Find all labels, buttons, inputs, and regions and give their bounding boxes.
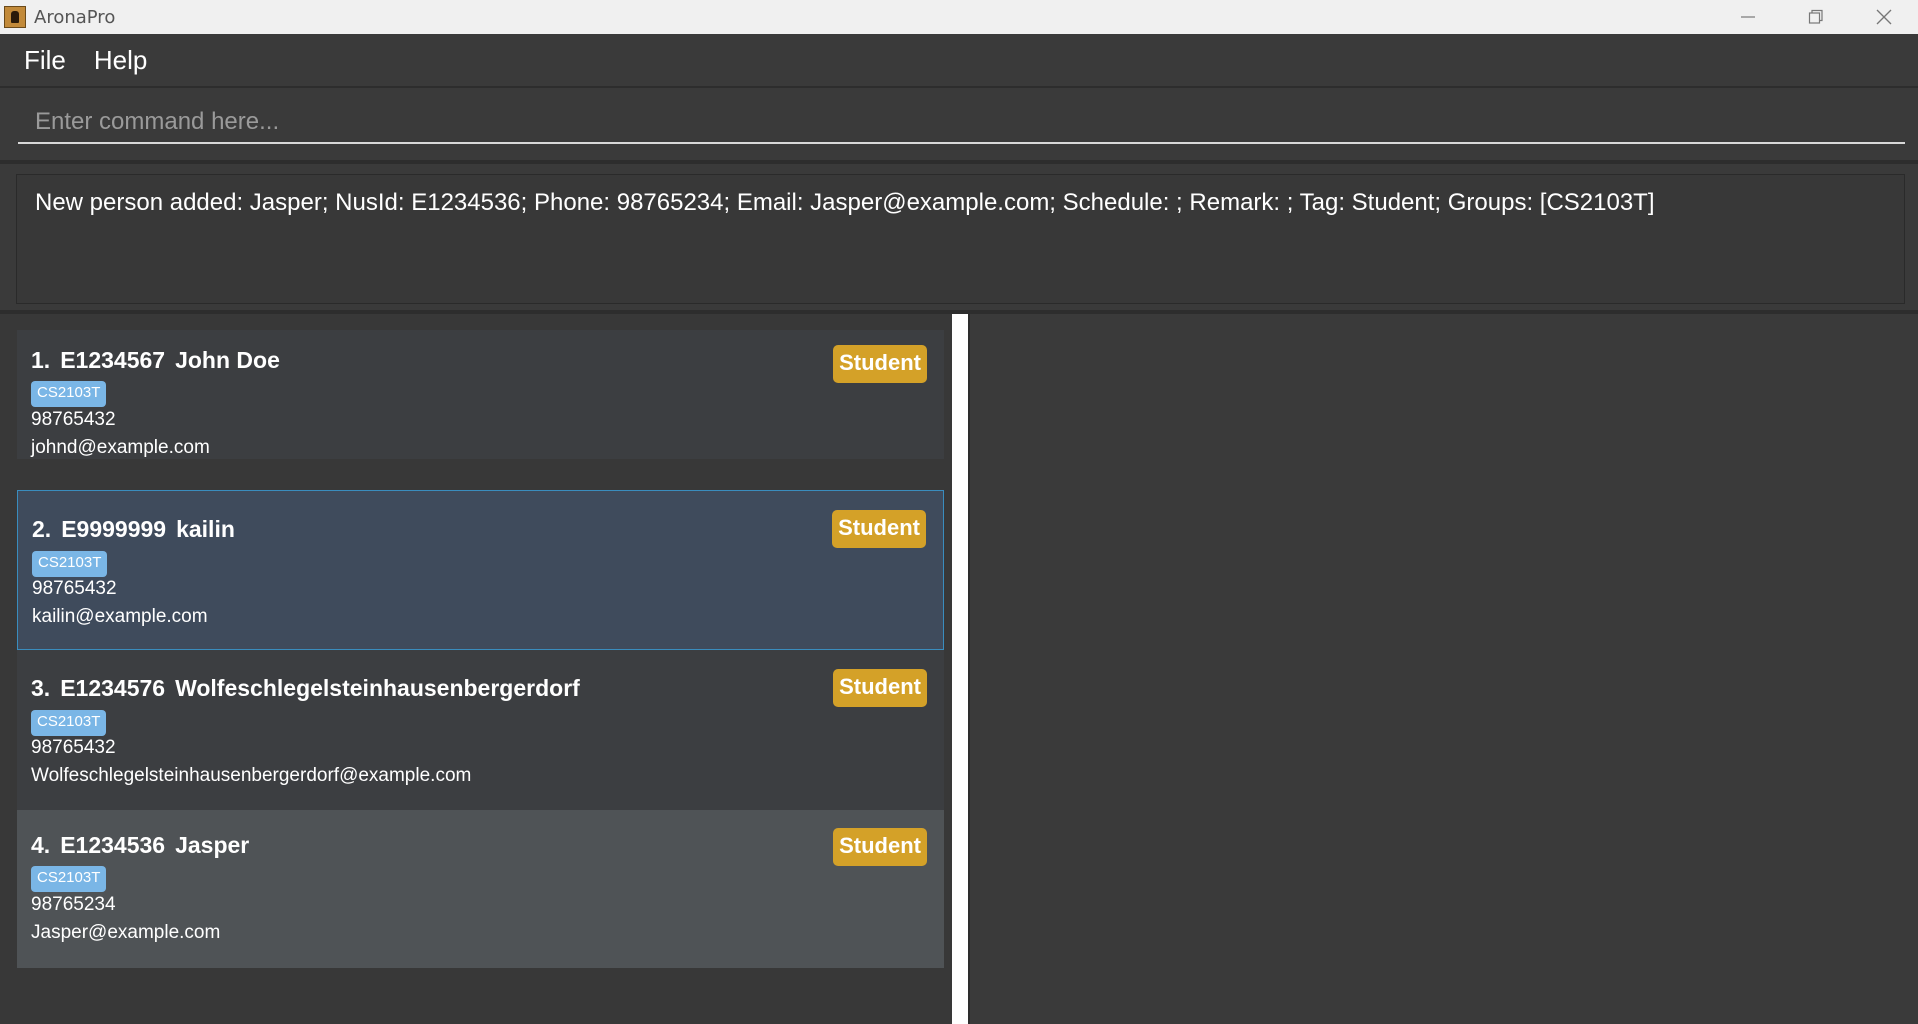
person-phone: 98765234 [31,894,116,915]
person-index: 3. [31,675,51,701]
person-phone: 98765432 [31,409,116,430]
result-display-area: New person added: Jasper; NusId: E123453… [0,168,1918,314]
window-titlebar: AronaPro [0,0,1918,34]
group-badge: CS2103T [32,551,108,577]
window-title: AronaPro [34,6,116,28]
person-name: Wolfeschlegelsteinhausenbergerdorf [175,675,580,701]
person-name-row: 2. E9999999 kailin [32,516,245,543]
tag-badge: Student [833,669,927,707]
command-input[interactable] [18,102,1905,144]
group-badge: CS2103T [31,381,107,407]
person-card[interactable]: 1. E1234567 John Doe CS2103T 98765432 john… [17,330,944,459]
menu-file[interactable]: File [12,45,78,76]
person-email: kailin@example.com [32,606,208,627]
person-card-selected[interactable]: 2. E9999999 kailin CS2103T 98765432 kailin… [17,490,944,650]
person-name-row: 1. E1234567 John Doe [31,347,290,374]
group-badge: CS2103T [31,710,107,736]
command-box-area [0,88,1918,164]
app-icon [4,6,26,28]
person-index: 1. [31,347,51,373]
group-badge: CS2103T [31,866,107,892]
close-button[interactable] [1850,0,1918,34]
result-display[interactable]: New person added: Jasper; NusId: E123453… [16,174,1905,304]
person-name: John Doe [175,347,280,373]
person-name-row: 4. E1234536 Jasper [31,832,259,859]
person-index: 2. [32,516,52,542]
list-scrollbar[interactable] [952,314,968,1024]
person-phone: 98765432 [31,737,116,758]
person-nusid: E1234536 [60,832,166,858]
close-icon [1876,9,1892,25]
person-nusid: E1234576 [60,675,166,701]
person-card[interactable]: 3. E1234576 Wolfeschlegelsteinhausenberger… [17,650,944,810]
person-email: johnd@example.com [31,437,210,458]
person-email: Wolfeschlegelsteinhausenbergerdorf@examp… [31,765,472,786]
tag-badge: Student [833,828,927,866]
minimize-button[interactable] [1714,0,1782,34]
minimize-icon [1741,16,1755,18]
person-phone: 98765432 [32,578,117,599]
restore-button[interactable] [1782,0,1850,34]
person-index: 4. [31,832,51,858]
person-name: kailin [176,516,235,542]
person-name: Jasper [175,832,250,858]
person-card[interactable]: 4. E1234536 Jasper CS2103T 98765234 Jasper… [17,810,944,968]
menu-bar: File Help [0,34,1918,88]
menu-help[interactable]: Help [82,45,159,76]
tag-badge: Student [833,345,927,383]
detail-panel [970,314,1918,1024]
restore-icon [1808,9,1823,24]
person-list-panel[interactable]: 1. E1234567 John Doe CS2103T 98765432 john… [0,314,952,1024]
window-controls [1714,0,1918,34]
person-nusid: E1234567 [60,347,166,373]
tag-badge: Student [832,510,926,548]
person-email: Jasper@example.com [31,922,221,943]
person-nusid: E9999999 [61,516,167,542]
person-name-row: 3. E1234576 Wolfeschlegelsteinhausenberger… [31,675,590,702]
